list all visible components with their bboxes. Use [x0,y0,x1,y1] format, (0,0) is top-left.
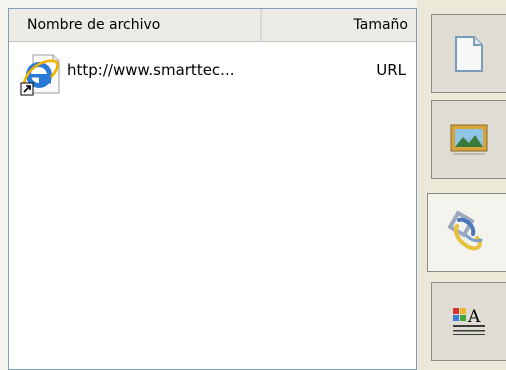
page-icon [455,35,483,72]
internet-explorer-shortcut-icon [20,54,60,96]
attachment-link-icon [447,209,483,250]
file-list-panel: Nombre de archivo Tamaño http://www.smar… [8,8,417,370]
column-header-size[interactable]: Tamaño [262,9,416,41]
side-tab-bar: A [417,0,506,370]
file-name: http://www.smarttec... [67,61,235,79]
tab-text-properties[interactable]: A [431,282,506,361]
file-size: URL [376,61,406,79]
svg-text:A: A [467,307,481,327]
file-row[interactable]: http://www.smarttec... URL [9,47,416,97]
tab-attachment[interactable] [427,193,506,272]
text-properties-icon: A [453,307,485,335]
file-list-header: Nombre de archivo Tamaño [9,9,416,42]
column-header-name[interactable]: Nombre de archivo [9,9,262,41]
picture-icon [450,124,488,155]
tab-picture[interactable] [431,100,506,179]
tab-page[interactable] [431,14,506,93]
